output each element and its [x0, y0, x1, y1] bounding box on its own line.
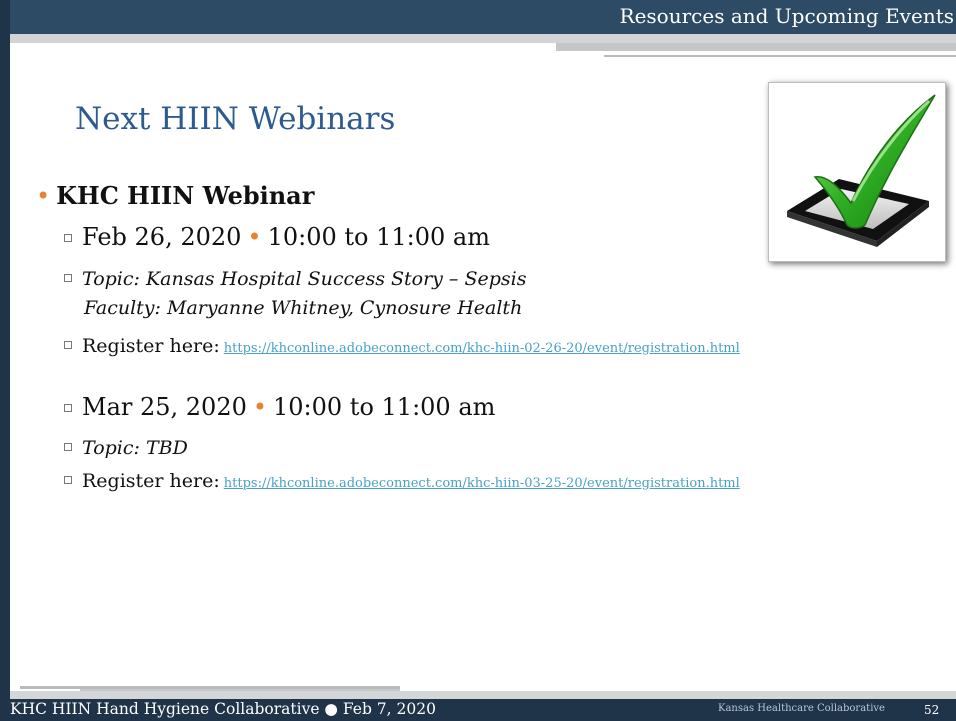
event-topic: Topic: TBD: [82, 437, 188, 459]
event-2-datetime: Mar 25, 2020 • 10:00 to 11:00 am: [64, 393, 495, 421]
checkbox-check-icon: [787, 94, 936, 247]
event-1-register: Register here: https://khconline.adobecon…: [64, 335, 740, 357]
slide: Resources and Upcoming Events Next HIIN …: [0, 0, 956, 721]
event-time: 10:00 to 11:00 am: [267, 223, 490, 251]
square-bullet-icon: [64, 403, 72, 412]
event-date: Feb 26, 2020: [82, 223, 242, 251]
dot-separator-icon: •: [252, 393, 268, 421]
register-label: Register here:: [82, 470, 220, 492]
footer-text: KHC HIIN Hand Hygiene Collaborative ● Fe…: [10, 700, 436, 718]
header-stripe: [10, 34, 956, 43]
footer-bar: KHC HIIN Hand Hygiene Collaborative ● Fe…: [0, 699, 956, 721]
register-label: Register here:: [82, 335, 220, 357]
event-2-register: Register here: https://khconline.adobecon…: [64, 470, 740, 492]
slide-title: Next HIIN Webinars: [75, 101, 396, 137]
registration-link[interactable]: https://khconline.adobeconnect.com/khc-h…: [224, 476, 740, 491]
event-date: Mar 25, 2020: [82, 393, 247, 421]
square-bullet-icon: [64, 442, 72, 451]
bullet-icon: •: [36, 182, 51, 210]
square-bullet-icon: [64, 273, 72, 282]
event-faculty: Faculty: Maryanne Whitney, Cynosure Heal…: [84, 297, 523, 319]
dot-separator-icon: •: [247, 223, 262, 251]
header-stripe-accent: [556, 43, 956, 51]
event-time: 10:00 to 11:00 am: [273, 393, 496, 421]
checkbox-check-image: [768, 82, 946, 262]
header-bar: Resources and Upcoming Events: [0, 0, 956, 34]
footer-stripe: [10, 691, 956, 699]
header-stripe-line: [604, 55, 956, 57]
page-number: 52: [924, 703, 940, 717]
webinar-heading: KHC HIIN Webinar: [56, 181, 315, 210]
footer-organization: Kansas Healthcare Collaborative: [718, 703, 885, 714]
event-topic: Topic: Kansas Hospital Success Story – S…: [82, 268, 527, 290]
event-2-topic: Topic: TBD: [64, 437, 188, 459]
event-1-faculty: Faculty: Maryanne Whitney, Cynosure Heal…: [84, 297, 522, 319]
square-bullet-icon: [64, 233, 72, 242]
square-bullet-icon: [64, 475, 72, 484]
left-border: [0, 0, 10, 700]
event-1-topic: Topic: Kansas Hospital Success Story – S…: [64, 268, 526, 290]
event-1-datetime: Feb 26, 2020 • 10:00 to 11:00 am: [64, 223, 490, 251]
registration-link[interactable]: https://khconline.adobeconnect.com/khc-h…: [224, 341, 740, 356]
square-bullet-icon: [64, 340, 72, 349]
section-title: Resources and Upcoming Events: [619, 4, 954, 28]
bullet-heading: • KHC HIIN Webinar: [36, 181, 314, 210]
